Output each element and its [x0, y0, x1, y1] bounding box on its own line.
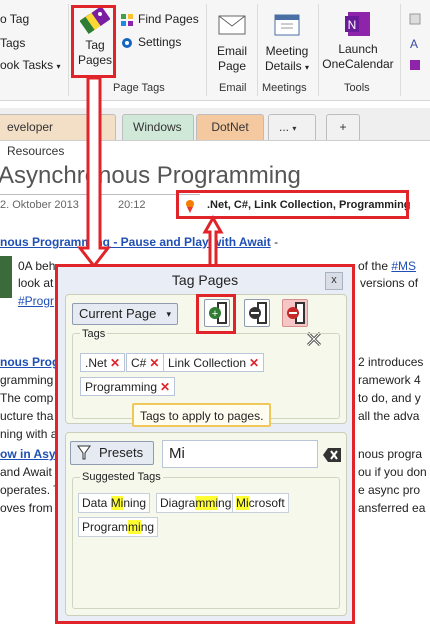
annotation-box-add-button [196, 294, 236, 334]
annotation-arrow-down [76, 76, 112, 269]
